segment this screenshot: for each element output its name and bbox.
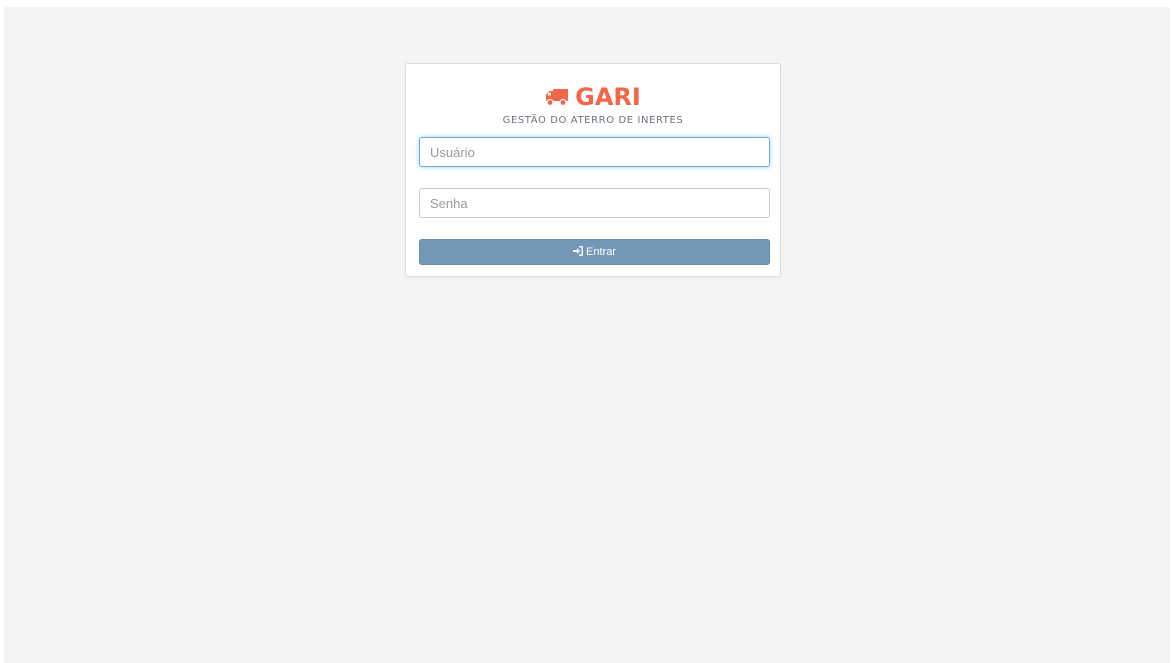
username-input[interactable]	[419, 137, 770, 167]
app-name: GARI	[575, 83, 641, 111]
page-background: GARI GESTÃO DO ATERRO DE INERTES Entrar	[4, 7, 1170, 663]
login-button-label: Entrar	[586, 246, 616, 258]
app-subtitle: GESTÃO DO ATERRO DE INERTES	[502, 115, 684, 126]
login-card: GARI GESTÃO DO ATERRO DE INERTES Entrar	[405, 63, 781, 277]
truck-icon	[545, 86, 569, 112]
app-logo: GARI	[406, 84, 780, 112]
login-button[interactable]: Entrar	[419, 239, 770, 265]
sign-in-icon	[573, 245, 583, 259]
password-input[interactable]	[419, 188, 770, 218]
